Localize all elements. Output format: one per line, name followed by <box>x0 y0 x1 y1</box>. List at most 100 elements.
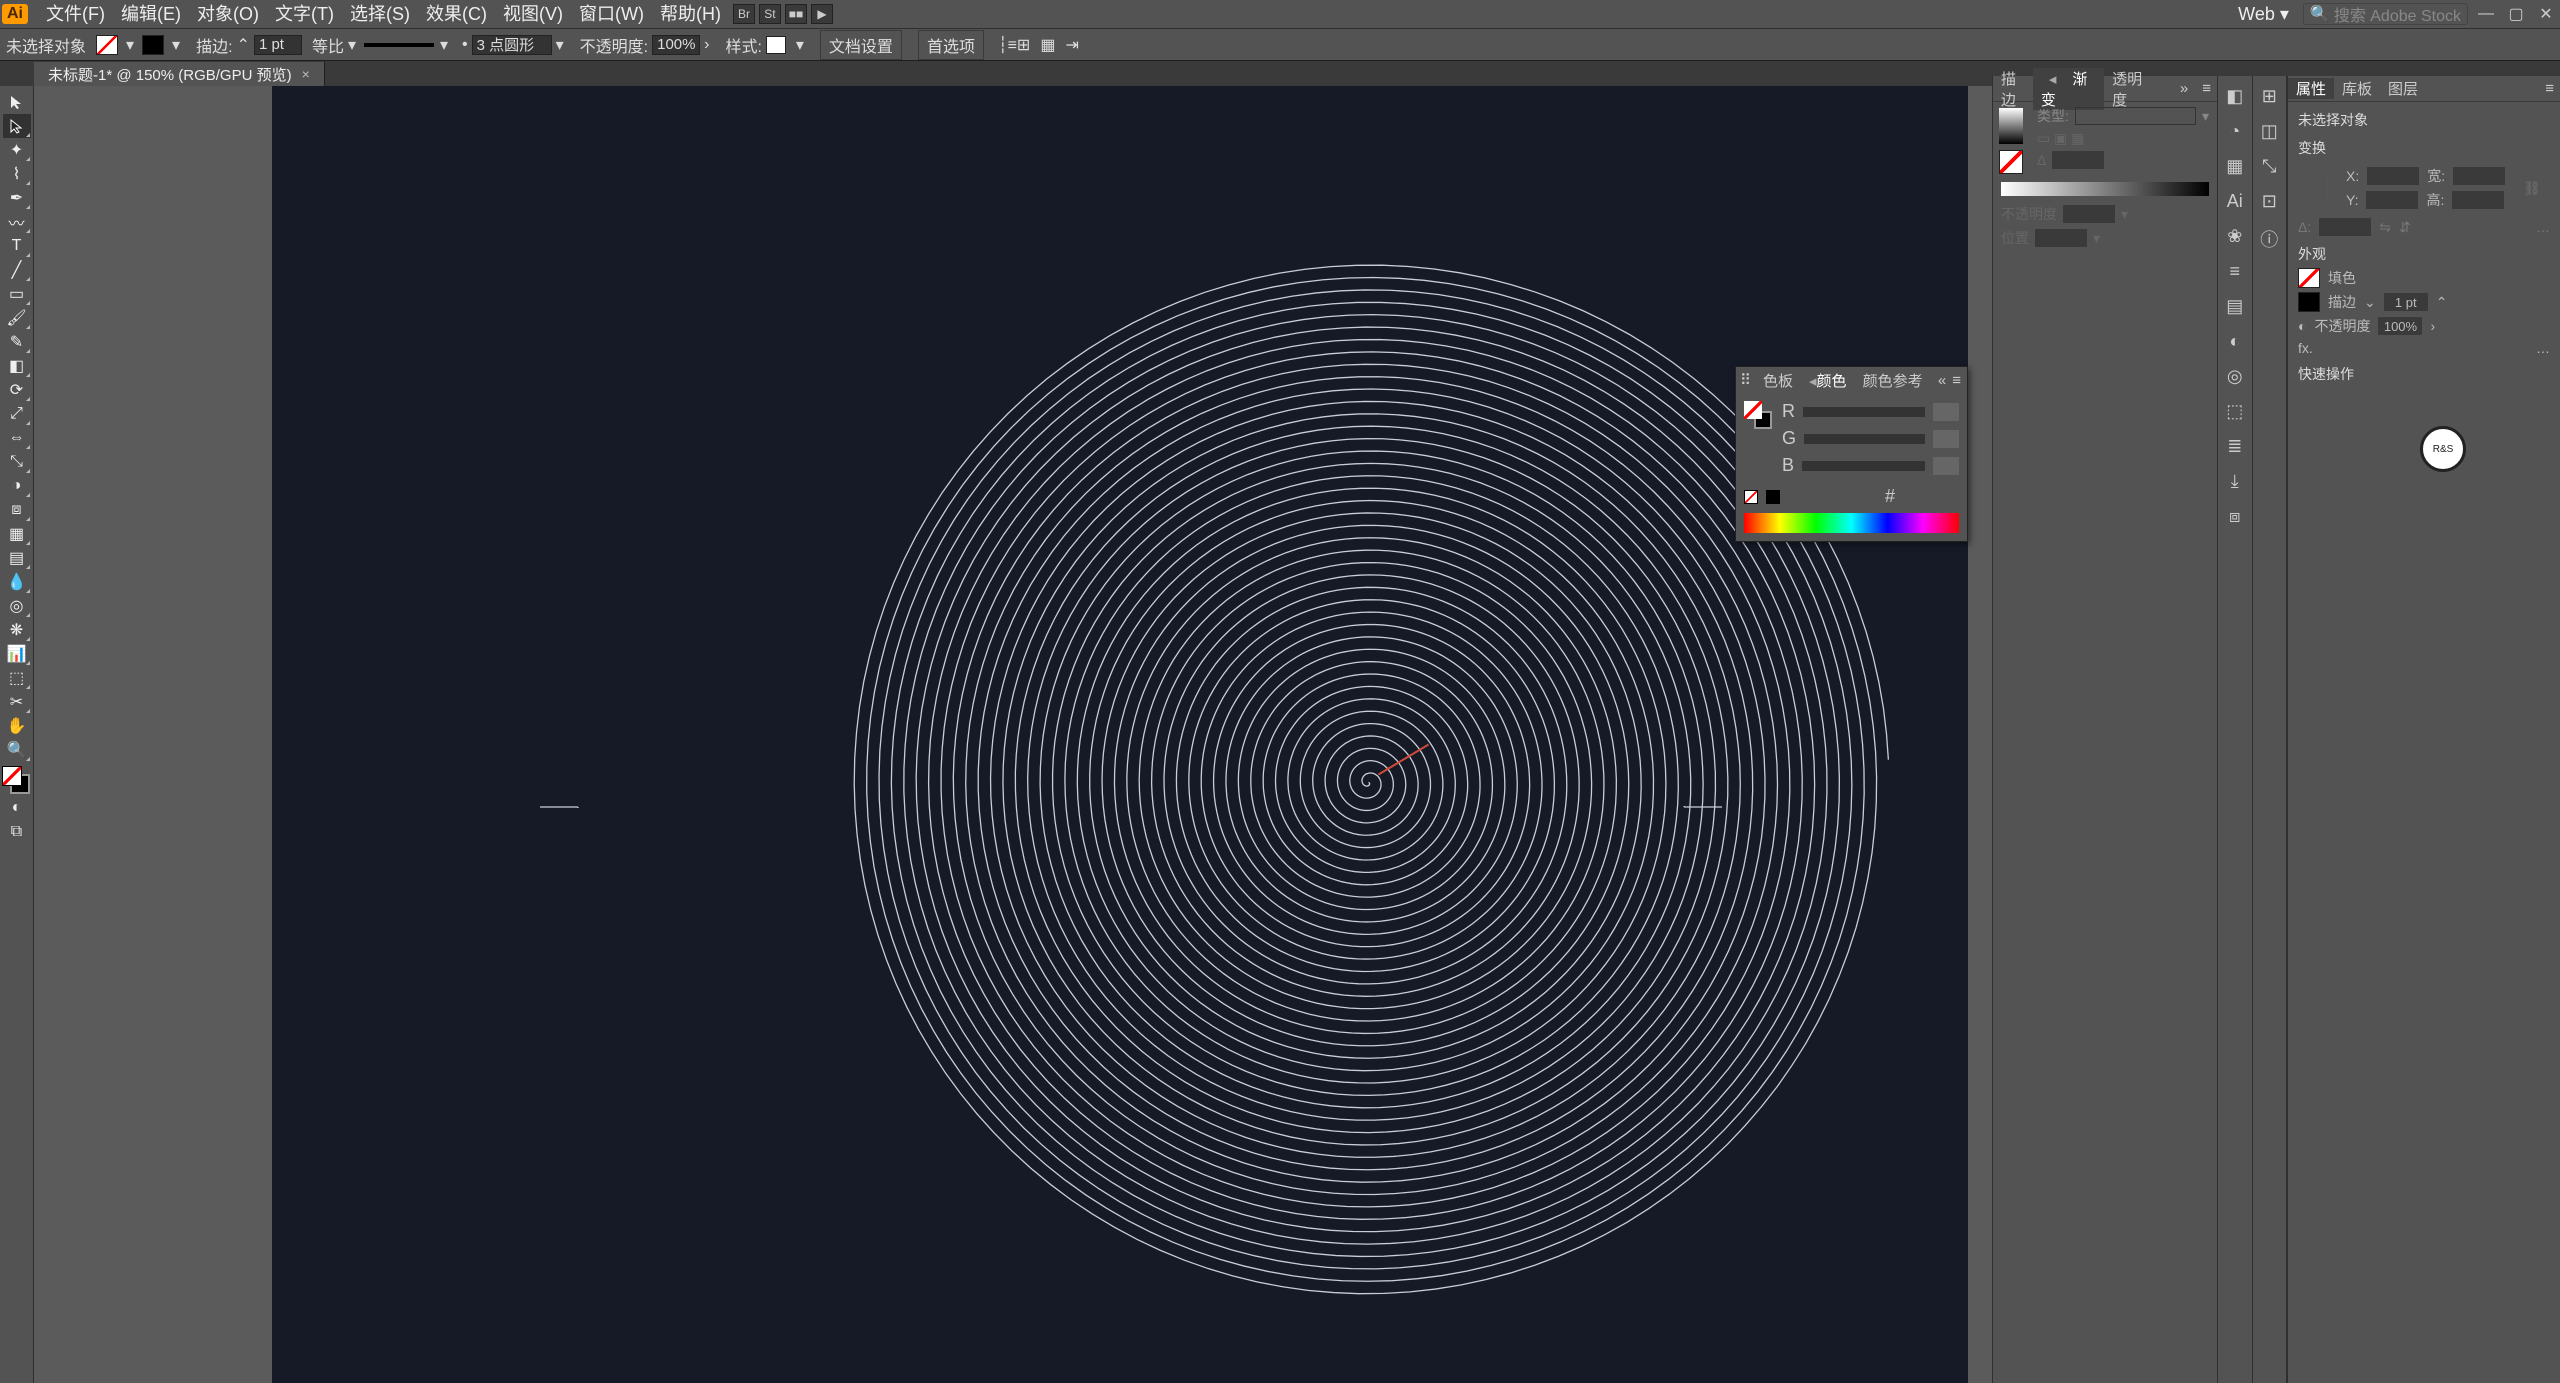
chevron-right-icon[interactable]: › <box>704 36 709 54</box>
color-panel[interactable]: ⠿ 色板 ◂颜色 颜色参考 « ≡ R G B # <box>1735 366 1968 542</box>
y-field[interactable] <box>2366 191 2418 209</box>
w-field[interactable] <box>2453 167 2505 185</box>
dock2-menu-icon[interactable]: ≡ <box>2539 80 2560 97</box>
tab-color-guide[interactable]: 颜色参考 <box>1855 370 1931 391</box>
menu-help[interactable]: 帮助(H) <box>652 0 729 28</box>
more-options-icon[interactable]: … <box>2536 219 2550 235</box>
hand-tool[interactable]: ✋ <box>3 714 31 738</box>
appearance-more-icon[interactable]: … <box>2536 340 2550 356</box>
line-tool[interactable]: ╱ <box>3 258 31 282</box>
g-value[interactable] <box>1933 430 1959 448</box>
link-wh-icon[interactable]: ⛓ <box>2523 180 2541 197</box>
workspace-switcher[interactable]: Web ▾ <box>2230 0 2297 28</box>
brush-preview[interactable] <box>364 43 434 47</box>
artboards-icon[interactable]: ⧈ <box>2229 506 2240 527</box>
fill-stroke-control[interactable] <box>2 766 32 796</box>
curvature-tool[interactable]: 〰 <box>3 210 31 234</box>
panel-fill-stroke[interactable] <box>1744 401 1772 429</box>
arrange-icon[interactable]: ■■ <box>785 4 807 24</box>
stroke-profile[interactable]: 等比 <box>312 33 344 57</box>
transform-icon[interactable]: ⤡ <box>2262 156 2276 177</box>
panel-menu-icon[interactable]: ≡ <box>1946 372 1967 389</box>
eraser-tool[interactable]: ◧ <box>3 354 31 378</box>
decrease-icon[interactable]: ⌃ <box>237 35 250 55</box>
r-value[interactable] <box>1933 403 1959 421</box>
menu-type[interactable]: 文字(T) <box>267 0 342 28</box>
selection-tool[interactable] <box>3 90 31 114</box>
none-swatch[interactable] <box>1744 490 1758 504</box>
graphic-style-swatch[interactable] <box>766 36 786 54</box>
document-setup-button[interactable]: 文档设置 <box>820 30 902 60</box>
menu-file[interactable]: 文件(F) <box>38 0 113 28</box>
tab-properties[interactable]: 属性 <box>2288 78 2334 99</box>
blend-tool[interactable]: ◎ <box>3 594 31 618</box>
gradient-type-select[interactable] <box>2075 107 2196 125</box>
brushes-icon[interactable]: Ai <box>2227 191 2243 212</box>
menu-object[interactable]: 对象(O) <box>189 0 267 28</box>
gradient-preview[interactable] <box>1999 108 2023 144</box>
search-stock[interactable]: 🔍 搜索 Adobe Stock <box>2303 3 2468 25</box>
canvas-area[interactable]: ⠿ 色板 ◂颜色 颜色参考 « ≡ R G B # <box>34 86 1992 1383</box>
scale-tool[interactable]: ⤢ <box>3 402 31 426</box>
panel-grip-icon[interactable]: ⠿ <box>1736 371 1755 389</box>
panel-collapse-icon[interactable]: « <box>1938 372 1946 389</box>
menu-effect[interactable]: 效果(C) <box>418 0 495 28</box>
direct-selection-tool[interactable] <box>3 114 31 138</box>
reference-point[interactable] <box>2298 173 2328 203</box>
minimize-button[interactable]: — <box>2474 3 2498 25</box>
g-slider[interactable] <box>1804 434 1925 444</box>
rotate-tool[interactable]: ⟳ <box>3 378 31 402</box>
increase-stroke-icon[interactable]: ⌃ <box>2436 294 2448 311</box>
fx-button[interactable]: fx. <box>2298 340 2313 356</box>
gradient-stroke-swatch[interactable] <box>1999 150 2023 174</box>
stroke-weight-value[interactable]: 1 pt <box>2384 293 2428 311</box>
dock-menu-icon[interactable]: ≡ <box>2196 80 2217 97</box>
graphic-styles-icon[interactable]: ⬚ <box>2226 401 2243 422</box>
b-value[interactable] <box>1933 457 1959 475</box>
appearance-icon[interactable]: ◎ <box>2227 366 2243 387</box>
gpu-icon[interactable]: ▶ <box>811 4 833 24</box>
b-slider[interactable] <box>1802 461 1925 471</box>
width-tool[interactable]: ⇔ <box>3 426 31 450</box>
angle-field[interactable] <box>2319 218 2371 236</box>
align-icon[interactable]: ⊞ <box>2262 86 2277 107</box>
zoom-tool[interactable]: 🔍 <box>3 738 31 762</box>
shaper-tool[interactable]: ✎ <box>3 330 31 354</box>
rectangle-tool[interactable]: ▭ <box>3 282 31 306</box>
shape-builder-tool[interactable]: ◑ <box>3 474 31 498</box>
opacity-input[interactable] <box>652 35 700 55</box>
mesh-tool[interactable]: ▦ <box>3 522 31 546</box>
color-spectrum[interactable] <box>1744 513 1959 533</box>
menu-window[interactable]: 窗口(W) <box>571 0 652 28</box>
lasso-tool[interactable]: ⌇ <box>3 162 31 186</box>
column-graph-tool[interactable]: 📊 <box>3 642 31 666</box>
layers-icon[interactable]: ≣ <box>2227 436 2242 457</box>
magic-wand-tool[interactable]: ✦ <box>3 138 31 162</box>
artboard-tool[interactable]: ⬚ <box>3 666 31 690</box>
x-field[interactable] <box>2367 167 2419 185</box>
swatches-icon[interactable]: ▦ <box>2226 156 2243 177</box>
navigator-icon[interactable]: ⊡ <box>2262 191 2277 212</box>
tab-swatches[interactable]: 色板 <box>1755 370 1801 391</box>
black-swatch[interactable] <box>1766 490 1780 504</box>
pen-tool[interactable]: ✒ <box>3 186 31 210</box>
stroke-icon[interactable]: ≡ <box>2229 261 2240 282</box>
stroke-swatch[interactable] <box>142 35 164 55</box>
transparency-icon[interactable]: ◐ <box>2229 331 2240 352</box>
symbol-sprayer-tool[interactable]: ❋ <box>3 618 31 642</box>
bridge-icon[interactable]: Br <box>733 4 755 24</box>
fill-swatch[interactable] <box>96 35 118 55</box>
symbols-icon[interactable]: ❀ <box>2227 226 2242 247</box>
flip-h-icon[interactable]: ⇋ <box>2379 219 2391 236</box>
close-tab-icon[interactable]: × <box>302 66 310 82</box>
flip-v-icon[interactable]: ⇵ <box>2399 219 2411 236</box>
gradient-tool[interactable]: ▤ <box>3 546 31 570</box>
opacity-value[interactable]: 100% <box>2378 317 2422 335</box>
gradient-icon[interactable]: ▤ <box>2226 296 2243 317</box>
free-transform-tool[interactable]: ⤡ <box>3 450 31 474</box>
gradient-angle[interactable] <box>2052 151 2104 169</box>
color-themes-icon[interactable]: ◔ <box>2229 121 2240 142</box>
gradient-ramp[interactable] <box>2001 182 2209 196</box>
eyedropper-tool[interactable]: 💧 <box>3 570 31 594</box>
more-icon[interactable]: ┆≡ <box>998 35 1017 55</box>
